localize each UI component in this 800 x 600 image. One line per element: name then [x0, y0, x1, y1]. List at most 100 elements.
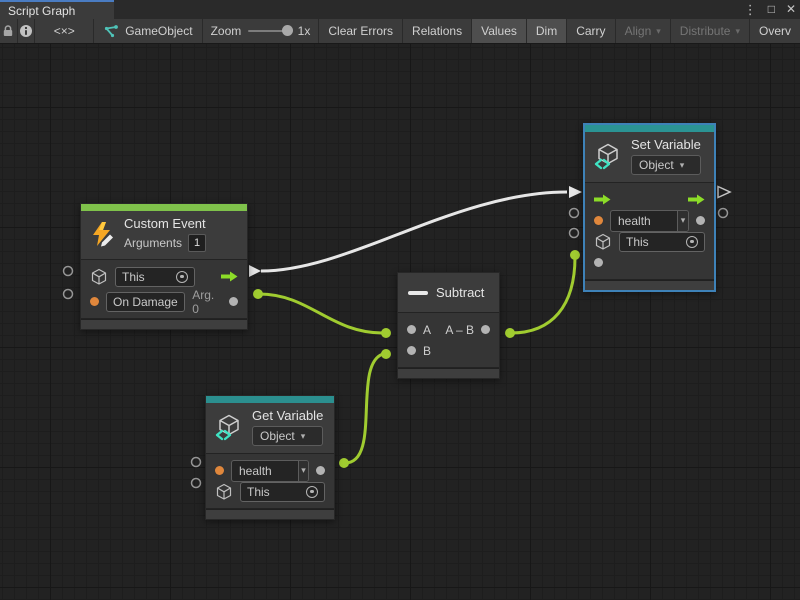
align-button: Align ▾	[616, 19, 671, 43]
subtract-header: Subtract	[398, 273, 499, 313]
value-output-port[interactable]	[696, 216, 705, 225]
variable-scope-dropdown[interactable]: Object ▾	[631, 155, 701, 175]
dim-toggle[interactable]: Dim	[527, 19, 567, 43]
variable-name-dropdown[interactable]: health ▾	[610, 210, 689, 232]
input-stub-customevent-target[interactable]	[64, 267, 73, 276]
value-output-stub-getvariable[interactable]	[339, 458, 349, 468]
maximize-icon[interactable]: □	[768, 0, 775, 19]
cube-icon	[215, 483, 233, 501]
output-port[interactable]	[481, 325, 490, 334]
chevron-down-icon: ▾	[677, 211, 688, 231]
custom-event-args-row: On Damage Arg. 0	[81, 291, 247, 312]
target-field[interactable]: This	[619, 232, 705, 252]
node-title: Set Variable	[631, 137, 701, 152]
target-field[interactable]: This	[240, 482, 325, 502]
value-input-port[interactable]	[594, 258, 603, 267]
close-icon[interactable]: ✕	[786, 0, 796, 19]
node-custom-event[interactable]: Custom Event Arguments 1 This	[80, 203, 248, 330]
flow-output-stub-setvariable[interactable]	[718, 187, 730, 198]
lock-button[interactable]	[0, 19, 18, 43]
custom-event-header: Custom Event Arguments 1	[81, 211, 247, 260]
get-variable-header: Get Variable Object ▾	[206, 403, 334, 454]
subtract-row-a: A A – B	[398, 319, 499, 340]
values-toggle[interactable]: Values	[472, 19, 527, 43]
gameobject-button[interactable]: GameObject	[94, 19, 202, 43]
tab-title: Script Graph	[8, 4, 75, 18]
input-stub-getvariable-target[interactable]	[192, 479, 201, 488]
node-footer	[81, 319, 247, 329]
zoom-slider[interactable]	[248, 30, 290, 32]
value-input-stub-subtract-a[interactable]	[381, 328, 391, 338]
value-input-stub-subtract-b[interactable]	[381, 349, 391, 359]
clear-errors-button[interactable]: Clear Errors	[319, 19, 403, 43]
node-footer	[206, 509, 334, 519]
overview-button[interactable]: Overv	[750, 19, 800, 43]
flow-input-port[interactable]	[594, 194, 611, 205]
custom-event-target-row: This	[81, 266, 247, 287]
set-variable-body: health ▾ This	[585, 183, 714, 280]
value-output-port[interactable]	[316, 466, 325, 475]
object-picker-icon[interactable]	[306, 486, 318, 498]
variable-name-port[interactable]	[215, 466, 224, 475]
wire-value-subtract-setvariable[interactable]	[511, 257, 575, 333]
edit-graph-button[interactable]: <×>	[35, 19, 94, 43]
node-set-variable[interactable]: Set Variable Object ▾	[583, 123, 716, 292]
tab-script-graph[interactable]: Script Graph	[0, 0, 114, 19]
carry-toggle[interactable]: Carry	[567, 19, 615, 43]
input-stub-setvariable-name[interactable]	[570, 209, 579, 218]
chevron-down-icon: ▾	[301, 431, 306, 442]
variable-target-row: This	[206, 481, 334, 502]
flow-output-stub-customevent[interactable]	[249, 265, 261, 277]
graph-owner-icon	[103, 25, 118, 38]
target-field[interactable]: This	[115, 267, 195, 287]
event-name-port[interactable]	[90, 297, 99, 306]
wire-value-getvariable-subtract-b[interactable]	[345, 354, 383, 463]
arguments-count-field[interactable]: 1	[188, 234, 206, 252]
object-picker-icon[interactable]	[176, 271, 188, 283]
object-picker-icon[interactable]	[686, 236, 698, 248]
variable-icon	[593, 143, 623, 170]
value-output-stub-subtract[interactable]	[505, 328, 515, 338]
input-stub-setvariable-target[interactable]	[570, 229, 579, 238]
zoom-slider-handle[interactable]	[282, 25, 293, 36]
zoom-value: 1x	[298, 24, 311, 38]
graph-canvas[interactable]: Custom Event Arguments 1 This	[0, 44, 800, 600]
arg0-output-port[interactable]	[229, 297, 238, 306]
value-input-stub-setvariable[interactable]	[570, 250, 580, 260]
input-a-port[interactable]	[407, 325, 416, 334]
input-stub-customevent-name[interactable]	[64, 290, 73, 299]
script-graph-window: Script Graph ⋮ □ ✕ <×>	[0, 0, 800, 600]
variable-name-port[interactable]	[594, 216, 603, 225]
input-b-port[interactable]	[407, 346, 416, 355]
variable-scope-dropdown[interactable]: Object ▾	[252, 426, 323, 446]
tab-strip: Script Graph ⋮ □ ✕	[0, 0, 800, 19]
output-label: A – B	[445, 323, 474, 337]
flow-output-port[interactable]	[221, 271, 238, 282]
wire-value-arg0-subtract-a[interactable]	[259, 294, 383, 333]
new-value-row	[585, 252, 714, 273]
zoom-control: Zoom 1x	[203, 19, 320, 43]
cube-icon	[594, 233, 612, 251]
node-get-variable[interactable]: Get Variable Object ▾ health ▾	[205, 395, 335, 520]
input-stub-getvariable-name[interactable]	[192, 458, 201, 467]
node-footer	[398, 368, 499, 378]
variable-name-row: health ▾	[206, 460, 334, 481]
variable-name-dropdown[interactable]: health ▾	[231, 460, 309, 482]
set-variable-header: Set Variable Object ▾	[585, 132, 714, 183]
flow-output-port[interactable]	[688, 194, 705, 205]
custom-event-icon	[89, 221, 116, 248]
node-footer	[585, 280, 714, 290]
variable-target-row: This	[585, 231, 714, 252]
value-output-stub-setvariable-post[interactable]	[719, 209, 728, 218]
info-button[interactable]	[18, 19, 36, 43]
window-menu-icon[interactable]: ⋮	[744, 0, 757, 19]
node-subtract[interactable]: Subtract A A – B B	[397, 272, 500, 379]
node-title: Custom Event	[124, 216, 206, 231]
variable-name-row: health ▾	[585, 210, 714, 231]
wire-flow-customevent-setvariable[interactable]	[261, 192, 567, 271]
relations-button[interactable]: Relations	[403, 19, 472, 43]
node-title: Get Variable	[252, 408, 323, 423]
cube-icon	[90, 268, 108, 286]
event-name-field[interactable]: On Damage	[106, 292, 185, 312]
value-output-stub-arg0[interactable]	[253, 289, 263, 299]
